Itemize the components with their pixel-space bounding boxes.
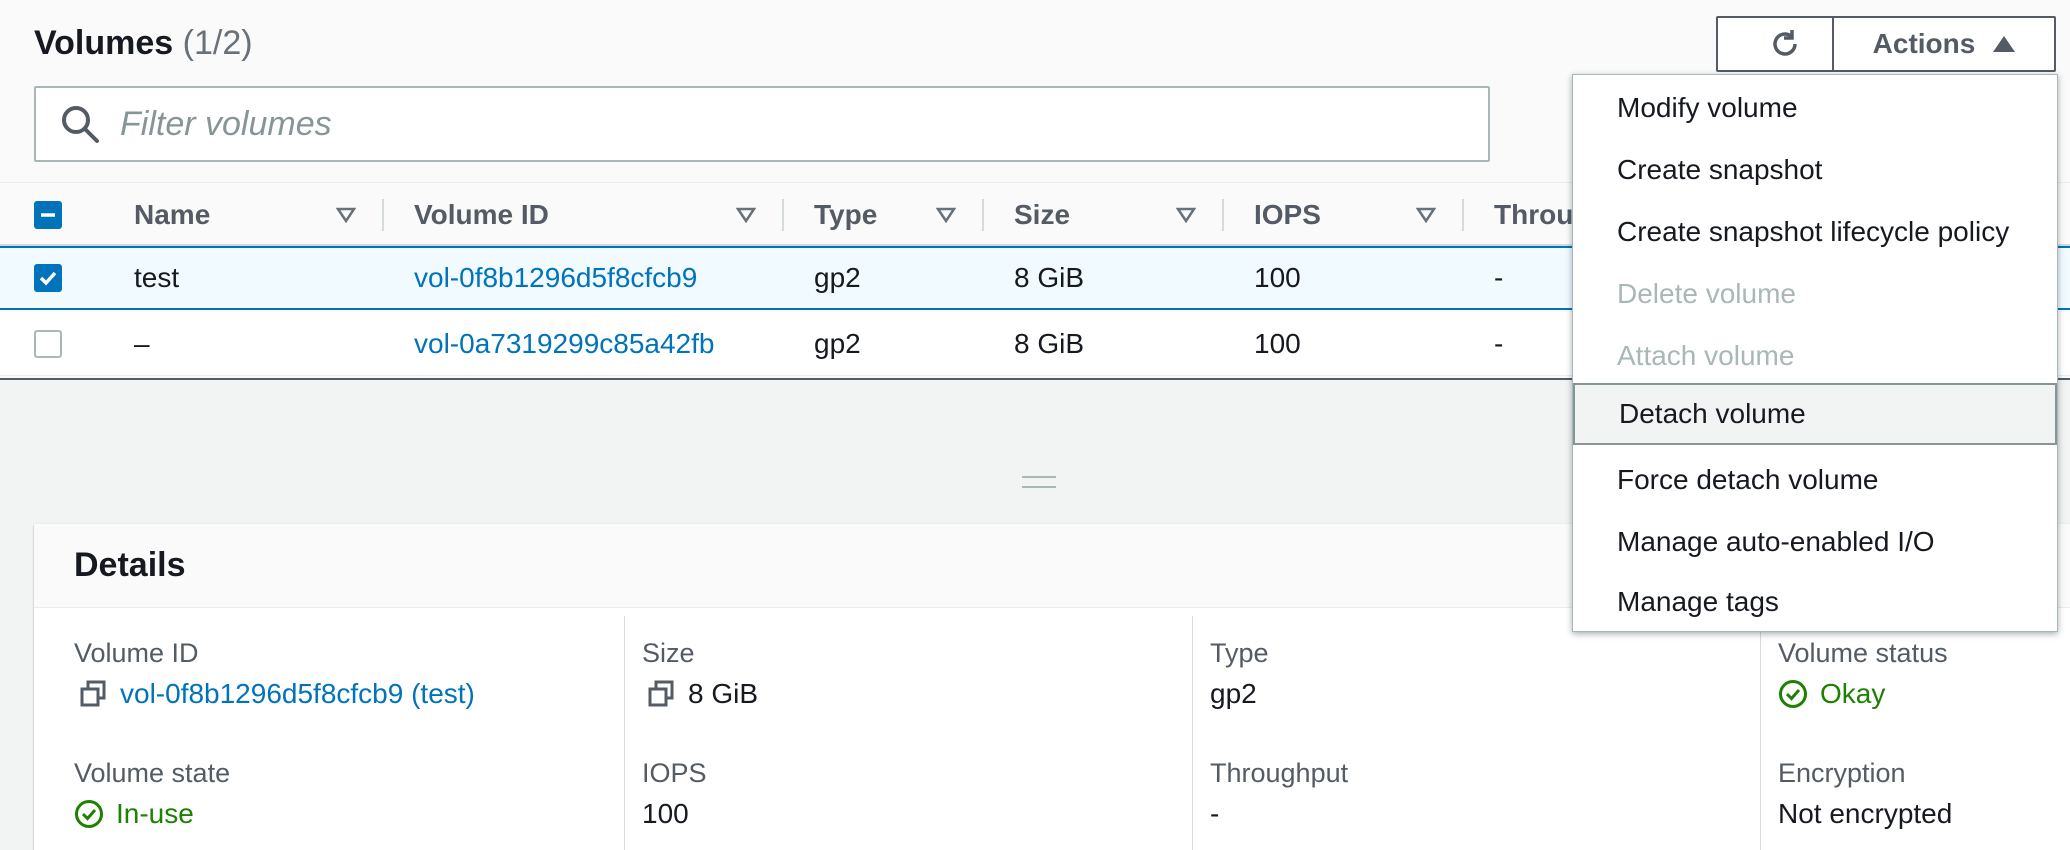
page-title: Volumes (1/2) xyxy=(34,24,253,63)
menu-item-manage-tags[interactable]: Manage tags xyxy=(1573,571,2057,633)
volume-id-link[interactable]: vol-0f8b1296d5f8cfcb9 xyxy=(414,248,697,308)
column-header-volume-id[interactable]: Volume ID xyxy=(414,183,782,247)
column-divider xyxy=(624,616,625,850)
size-value: 8 GiB xyxy=(646,678,758,710)
volume-state-text: In-use xyxy=(116,798,194,829)
column-header-name[interactable]: Name xyxy=(134,183,382,247)
volume-state-label: Volume state xyxy=(74,758,231,788)
sort-caret-icon xyxy=(1176,207,1196,223)
volume-status-text: Okay xyxy=(1820,678,1886,709)
iops-label: IOPS xyxy=(642,758,707,788)
column-header-size[interactable]: Size xyxy=(1014,183,1222,247)
column-header-iops[interactable]: IOPS xyxy=(1254,183,1462,247)
volume-status-label: Volume status xyxy=(1778,638,1948,668)
refresh-icon xyxy=(1772,30,1797,56)
throughput-value: - xyxy=(1210,798,1220,829)
menu-item-create-snapshot[interactable]: Create snapshot xyxy=(1573,139,2057,201)
menu-item-detach-volume[interactable]: Detach volume xyxy=(1573,383,2057,445)
menu-item-manage-auto-enabled-io[interactable]: Manage auto-enabled I/O xyxy=(1573,511,2057,573)
cell-throughput: - xyxy=(1494,262,1504,293)
cell-size: 8 GiB xyxy=(1014,327,1085,359)
column-divider xyxy=(382,199,384,231)
column-divider xyxy=(1760,616,1761,850)
column-label: Name xyxy=(134,199,211,230)
column-divider xyxy=(1192,616,1193,850)
column-label: Volume ID xyxy=(414,199,549,230)
cell-type: gp2 xyxy=(814,327,861,359)
cell-type: gp2 xyxy=(814,262,861,293)
type-label: Type xyxy=(1210,638,1269,668)
volume-id-link[interactable]: vol-0f8b1296d5f8cfcb9 (test) xyxy=(120,678,475,710)
details-title: Details xyxy=(74,546,186,584)
encryption-label: Encryption xyxy=(1778,758,1906,788)
encryption-value: Not encrypted xyxy=(1778,798,1953,829)
panel-resize-handle[interactable] xyxy=(1022,476,1056,488)
column-divider xyxy=(1222,199,1224,231)
check-circle-icon xyxy=(75,800,103,828)
cell-size: 8 GiB xyxy=(1014,262,1085,293)
sort-caret-icon xyxy=(736,207,756,223)
column-header-type[interactable]: Type xyxy=(814,183,982,247)
sort-caret-icon xyxy=(336,207,356,223)
volume-state-value: In-use xyxy=(74,798,194,830)
size-label: Size xyxy=(642,638,695,668)
menu-item-force-detach-volume[interactable]: Force detach volume xyxy=(1573,449,2057,511)
column-label: Type xyxy=(814,199,878,230)
menu-item-delete-volume: Delete volume xyxy=(1617,278,1796,309)
volume-id-value[interactable]: vol-0f8b1296d5f8cfcb9 (test) xyxy=(78,678,475,710)
volume-status-value: Okay xyxy=(1778,678,1885,710)
caret-up-icon xyxy=(1993,36,2016,52)
throughput-label: Throughput xyxy=(1210,758,1349,788)
column-divider xyxy=(1462,199,1464,231)
actions-button-label: Actions xyxy=(1872,28,1976,59)
cell-name: – xyxy=(134,327,150,359)
column-label: IOPS xyxy=(1254,199,1321,230)
filter-volumes-input[interactable] xyxy=(120,104,1420,144)
cell-name: test xyxy=(134,262,180,293)
row-checkbox[interactable] xyxy=(34,264,62,292)
column-divider xyxy=(782,199,784,231)
filter-volumes-field[interactable] xyxy=(34,86,1490,162)
type-value: gp2 xyxy=(1210,678,1257,709)
column-label: Size xyxy=(1014,199,1071,230)
cell-iops: 100 xyxy=(1254,262,1301,293)
volume-id-label: Volume ID xyxy=(74,638,199,668)
copy-icon[interactable] xyxy=(646,679,676,709)
actions-dropdown-menu: Modify volume Create snapshot Create sna… xyxy=(1572,74,2058,632)
cell-throughput: - xyxy=(1494,327,1504,359)
check-icon xyxy=(39,271,57,286)
column-divider xyxy=(982,199,984,231)
search-icon xyxy=(62,106,99,143)
menu-item-attach-volume: Attach volume xyxy=(1617,340,1795,371)
iops-value: 100 xyxy=(642,798,689,829)
column-label: Throu xyxy=(1494,199,1574,230)
copy-icon[interactable] xyxy=(78,679,108,709)
sort-caret-icon xyxy=(1416,207,1436,223)
size-text: 8 GiB xyxy=(688,678,759,709)
menu-item-modify-volume[interactable]: Modify volume xyxy=(1573,77,2057,139)
sort-caret-icon xyxy=(936,207,956,223)
cell-iops: 100 xyxy=(1254,327,1301,359)
select-all-checkbox[interactable] xyxy=(34,201,62,229)
actions-button[interactable]: Actions xyxy=(1832,16,2056,72)
menu-item-create-snapshot-lifecycle-policy[interactable]: Create snapshot lifecycle policy xyxy=(1573,201,2057,263)
check-circle-icon xyxy=(1779,680,1807,708)
minus-icon xyxy=(41,213,55,217)
page-title-text: Volumes xyxy=(34,24,174,62)
selection-count: (1/2) xyxy=(182,24,253,62)
volume-id-link[interactable]: vol-0a7319299c85a42fb xyxy=(414,312,714,375)
row-checkbox[interactable] xyxy=(34,330,62,358)
